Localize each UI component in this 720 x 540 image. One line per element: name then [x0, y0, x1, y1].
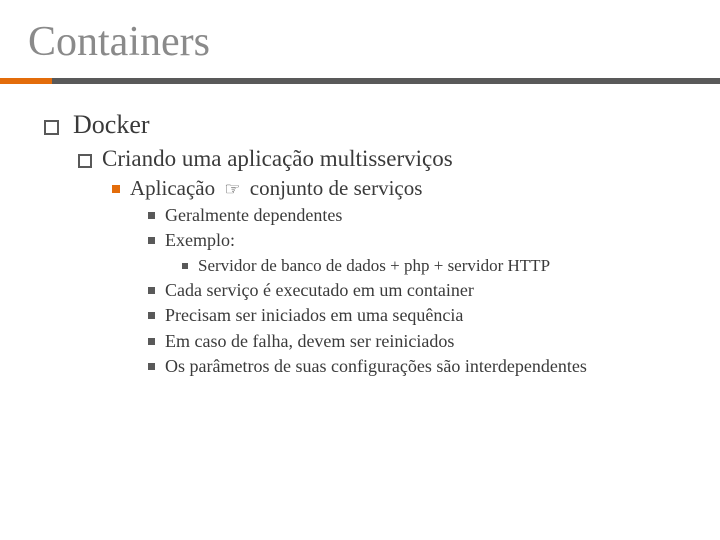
- divider-accent: [0, 78, 52, 84]
- l1-text: Docker: [73, 110, 150, 140]
- content-area: Docker Criando uma aplicação multisservi…: [0, 84, 720, 378]
- bullet-level-4: Em caso de falha, devem ser reiniciados: [148, 330, 690, 353]
- bullet-level-4: Precisam ser iniciados em uma sequência: [148, 304, 690, 327]
- filled-square-icon: [148, 312, 155, 319]
- filled-square-icon: [182, 263, 188, 269]
- l4-text: Geralmente dependentes: [165, 204, 342, 227]
- l5-text: Servidor de banco de dados + php + servi…: [198, 255, 550, 277]
- divider: [0, 78, 720, 84]
- slide-title: Containers: [0, 0, 720, 78]
- bullet-level-5: Servidor de banco de dados + php + servi…: [182, 255, 690, 277]
- filled-square-icon: [148, 363, 155, 370]
- l4-text: Cada serviço é executado em um container: [165, 279, 474, 302]
- bullet-level-4: Geralmente dependentes: [148, 204, 690, 227]
- l3-composite: Aplicação ☞ conjunto de serviços: [130, 176, 422, 201]
- bullet-level-4: Exemplo:: [148, 229, 690, 252]
- l3-post: conjunto de serviços: [250, 176, 423, 200]
- bullet-level-1: Docker: [44, 110, 690, 140]
- filled-square-icon: [148, 237, 155, 244]
- l2-text: Criando uma aplicação multisserviços: [102, 146, 453, 172]
- l4-text: Em caso de falha, devem ser reiniciados: [165, 330, 454, 353]
- pointing-hand-icon: ☞: [224, 179, 240, 199]
- filled-square-icon: [148, 287, 155, 294]
- l4-text: Exemplo:: [165, 229, 235, 252]
- filled-square-icon: [148, 338, 155, 345]
- l4-text: Os parâmetros de suas configurações são …: [165, 355, 587, 378]
- bullet-level-4: Cada serviço é executado em um container: [148, 279, 690, 302]
- l4-text: Precisam ser iniciados em uma sequência: [165, 304, 463, 327]
- hollow-square-icon: [44, 120, 59, 135]
- slide: Containers Docker Criando uma aplicação …: [0, 0, 720, 540]
- hollow-square-icon: [78, 154, 92, 168]
- bullet-level-2: Criando uma aplicação multisserviços: [78, 146, 690, 172]
- filled-square-icon: [112, 185, 120, 193]
- l3-pre: Aplicação: [130, 176, 215, 200]
- filled-square-icon: [148, 212, 155, 219]
- bullet-level-3: Aplicação ☞ conjunto de serviços: [112, 176, 690, 201]
- bullet-level-4: Os parâmetros de suas configurações são …: [148, 355, 690, 378]
